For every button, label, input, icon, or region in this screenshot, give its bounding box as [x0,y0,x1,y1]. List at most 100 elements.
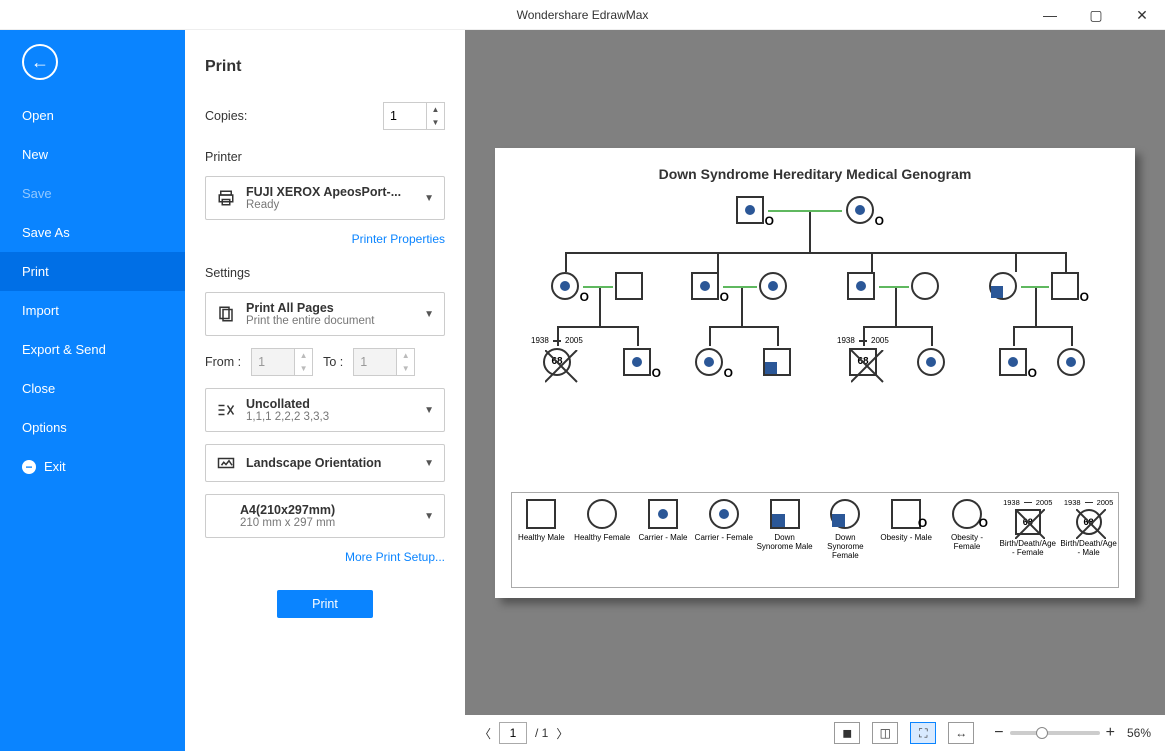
title-bar: Wondershare EdrawMax — ▢ ✕ [0,0,1165,30]
sidebar-item-export-send[interactable]: Export & Send [0,330,185,369]
printer-section-label: Printer [205,150,445,164]
printer-properties-link[interactable]: Printer Properties [205,232,445,246]
chevron-down-icon[interactable]: ▼ [427,116,444,129]
document-title: Down Syndrome Hereditary Medical Genogra… [511,166,1119,182]
to-input [354,349,396,375]
zoom-in-button[interactable]: + [1106,724,1115,742]
obesity-tag: O [1080,290,1089,304]
down-female-symbol [989,272,1017,300]
death-male-icon: 68 [1076,509,1102,535]
preview-footer: 〈 / 1 〉 ◼ ◫ ⛶ ↔ − + 56% [465,715,1165,751]
to-label: To : [323,355,343,369]
chevron-up-icon[interactable]: ▲ [427,103,444,116]
from-input [252,349,294,375]
exit-icon: − [22,460,36,474]
print-panel: Print Copies: ▲▼ Printer FUJI XEROX Apeo… [185,30,465,751]
sidebar-item-exit[interactable]: − Exit [0,447,185,486]
zoom-level: 56% [1127,726,1151,740]
settings-section-label: Settings [205,266,445,280]
paper-sub: 210 mm x 297 mm [240,517,414,529]
more-print-setup-link[interactable]: More Print Setup... [205,550,445,564]
down-male-symbol [763,348,791,376]
view-single-page-button[interactable]: ◼ [834,722,860,744]
obesity-female-icon: O [952,499,982,529]
healthy-male-symbol [1051,272,1079,300]
down-male-icon [770,499,800,529]
down-female-icon [830,499,860,529]
view-fit-width-button[interactable]: ⛶ [910,722,936,744]
death-female-symbol: 68 [543,348,571,376]
printer-icon [216,188,236,208]
window-maximize-button[interactable]: ▢ [1073,0,1119,30]
sidebar-item-open[interactable]: Open [0,96,185,135]
print-pages-dropdown[interactable]: Print All Pages Print the entire documen… [205,292,445,336]
arrow-left-icon: ← [31,52,49,73]
carrier-male-icon [648,499,678,529]
obesity-tag: O [720,290,729,304]
sidebar-item-close[interactable]: Close [0,369,185,408]
chevron-down-icon: ▼ [424,309,434,320]
healthy-male-symbol [615,272,643,300]
window-close-button[interactable]: ✕ [1119,0,1165,30]
carrier-female-symbol [759,272,787,300]
carrier-male-symbol [736,196,764,224]
page-title: Print [205,58,445,76]
collate-dropdown[interactable]: Uncollated 1,1,1 2,2,2 3,3,3 ▼ [205,388,445,432]
window-minimize-button[interactable]: — [1027,0,1073,30]
view-fit-page-button[interactable]: ↔ [948,722,974,744]
legend: Healthy Male Healthy Female Carrier - Ma… [511,492,1119,588]
copies-label: Copies: [205,109,247,123]
carrier-female-symbol [551,272,579,300]
collate-sub: 1,1,1 2,2,2 3,3,3 [246,411,414,423]
zoom-slider[interactable] [1010,731,1100,735]
paper-size-dropdown[interactable]: A4(210x297mm) 210 mm x 297 mm ▼ [205,494,445,538]
carrier-male-symbol [691,272,719,300]
collate-title: Uncollated [246,397,414,411]
app-title: Wondershare EdrawMax [517,8,649,22]
obesity-tag: O [724,366,733,380]
pages-icon [216,304,236,324]
copies-input[interactable] [384,103,426,129]
obesity-male-icon: O [891,499,921,529]
prev-page-button[interactable]: 〈 [479,725,491,742]
view-two-page-button[interactable]: ◫ [872,722,898,744]
page-input[interactable] [499,722,527,744]
page-total: / 1 [535,726,548,740]
chevron-down-icon: ▼ [424,193,434,204]
sidebar-item-options[interactable]: Options [0,408,185,447]
uncollated-icon [216,400,236,420]
copies-stepper[interactable]: ▲▼ [383,102,445,130]
carrier-female-symbol [917,348,945,376]
genogram-tree: O O O O [511,196,1119,492]
carrier-female-symbol [846,196,874,224]
printer-status: Ready [246,199,414,211]
print-button[interactable]: Print [277,590,373,618]
orientation-dropdown[interactable]: Landscape Orientation ▼ [205,444,445,482]
carrier-male-symbol [999,348,1027,376]
chevron-down-icon: ▼ [424,458,434,469]
sidebar-item-import[interactable]: Import [0,291,185,330]
print-pages-sub: Print the entire document [246,315,414,327]
birth-year: 1938 [837,336,855,345]
sidebar-item-new[interactable]: New [0,135,185,174]
obesity-tag: O [765,214,774,228]
file-sidebar: ← Open New Save Save As Print Import Exp… [0,30,185,751]
sidebar-item-save[interactable]: Save [0,174,185,213]
chevron-down-icon: ▼ [424,405,434,416]
obesity-tag: O [652,366,661,380]
back-button[interactable]: ← [22,44,58,80]
preview-page: Down Syndrome Hereditary Medical Genogra… [495,148,1135,598]
carrier-female-symbol [1057,348,1085,376]
carrier-female-symbol [695,348,723,376]
next-page-button[interactable]: 〉 [556,725,568,742]
healthy-female-icon [587,499,617,529]
landscape-icon [216,453,236,473]
sidebar-item-save-as[interactable]: Save As [0,213,185,252]
zoom-out-button[interactable]: − [994,724,1003,742]
printer-dropdown[interactable]: FUJI XEROX ApeosPort-... Ready ▼ [205,176,445,220]
carrier-female-icon [709,499,739,529]
paper-title: A4(210x297mm) [240,503,414,517]
print-preview-area: Down Syndrome Hereditary Medical Genogra… [465,30,1165,751]
healthy-female-symbol [911,272,939,300]
sidebar-item-print[interactable]: Print [0,252,185,291]
